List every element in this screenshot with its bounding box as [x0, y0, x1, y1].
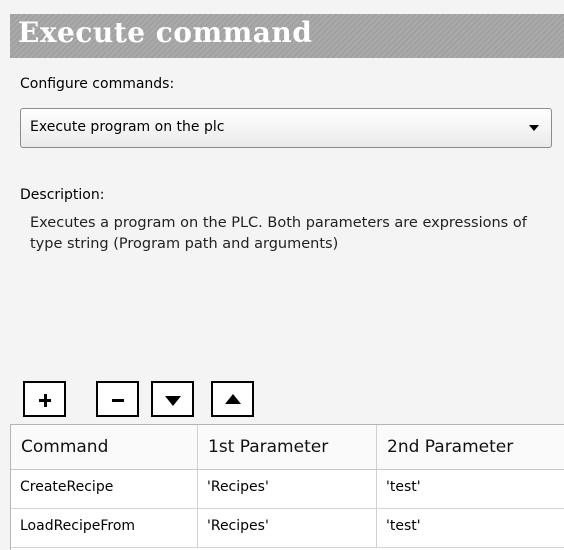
command-cell[interactable]: CreateRecipe: [11, 470, 198, 508]
remove-command-button[interactable]: [96, 381, 139, 417]
command-cell[interactable]: LoadRecipeFrom: [11, 509, 198, 547]
move-up-button[interactable]: [211, 381, 254, 417]
command-type-dropdown[interactable]: Execute program on the plc: [20, 108, 552, 148]
param2-cell[interactable]: 'test': [377, 470, 564, 508]
chevron-down-icon: [529, 125, 539, 131]
execute-command-panel: Execute command Configure commands: Exec…: [0, 0, 564, 550]
param1-cell[interactable]: 'Recipes': [198, 509, 377, 547]
move-down-button[interactable]: [151, 381, 194, 417]
column-header-1st-parameter[interactable]: 1st Parameter: [198, 425, 377, 469]
add-command-button[interactable]: [23, 381, 66, 417]
panel-title: Execute command: [18, 16, 313, 49]
column-header-2nd-parameter[interactable]: 2nd Parameter: [377, 425, 564, 469]
column-header-command[interactable]: Command: [11, 425, 198, 469]
table-row[interactable]: CreateRecipe 'Recipes' 'test': [11, 470, 564, 509]
description-text: Executes a program on the PLC. Both para…: [30, 215, 527, 252]
configure-commands-label: Configure commands:: [20, 76, 175, 92]
commands-table: Command 1st Parameter 2nd Parameter Crea…: [10, 424, 564, 550]
panel-header: Execute command: [10, 14, 564, 58]
table-header-row: Command 1st Parameter 2nd Parameter: [11, 425, 564, 470]
param2-cell[interactable]: 'test': [377, 509, 564, 547]
param1-cell[interactable]: 'Recipes': [198, 470, 377, 508]
minus-icon: [112, 399, 124, 402]
command-type-selected-value: Execute program on the plc: [30, 119, 225, 135]
description-label: Description:: [20, 187, 105, 203]
triangle-down-icon: [165, 396, 181, 406]
triangle-up-icon: [225, 394, 241, 404]
table-row[interactable]: LoadRecipeFrom 'Recipes' 'test': [11, 509, 564, 548]
